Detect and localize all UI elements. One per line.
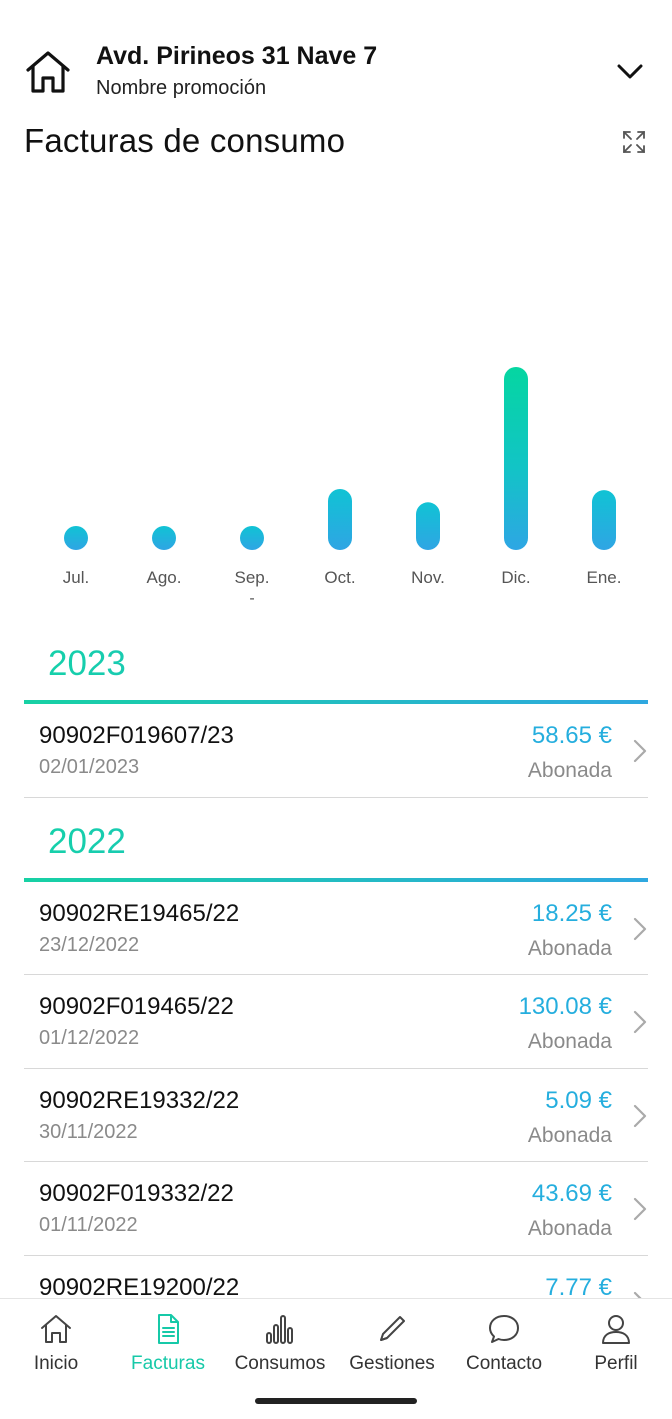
invoice-number: 90902F019465/22 [39,993,234,1020]
invoice-date: 23/12/2022 [39,933,140,956]
address-title[interactable]: Avd. Pirineos 31 Nave 7 [96,42,377,71]
invoice-row[interactable]: 90902RE19465/22 23/12/2022 18.25 € Abonada [24,882,648,975]
tab-gestiones[interactable]: Gestiones [336,1311,448,1375]
tab-label: Inicio [33,1353,79,1374]
invoice-row[interactable]: 90902RE19332/22 30/11/2022 5.09 € Abonada [24,1069,648,1162]
chart-bar-1[interactable] [152,526,176,550]
invoice-amount: 43.69 € [531,1180,612,1207]
tab-label: Consumos [234,1353,326,1374]
invoice-number: 90902F019332/22 [39,1180,234,1207]
invoice-number: 90902F019607/23 [39,722,234,749]
year-heading: 2023 [0,620,672,700]
tab-facturas[interactable]: Facturas [112,1311,224,1375]
chart-bar-4[interactable] [416,502,440,550]
chevron-down-icon[interactable] [614,56,646,88]
user-icon [602,1315,630,1344]
chart-x-label: Oct. [324,568,355,587]
invoice-amount: 5.09 € [545,1086,612,1114]
invoice-date: 01/11/2022 [39,1214,138,1236]
pencil-icon [380,1316,405,1341]
tab-label: Facturas [131,1353,205,1374]
invoice-date: 01/12/2022 [39,1027,140,1049]
chat-bubble-icon [489,1315,519,1343]
invoice-row[interactable]: 90902F019465/22 01/12/2022 130.08 € Abonada [24,975,648,1069]
invoice-status: Abonada [527,759,612,782]
chevron-right-icon [633,1291,643,1298]
tab-inicio[interactable]: Inicio [0,1311,112,1375]
chevron-right-icon [633,1010,647,1034]
invoice-number: 90902RE19332/22 [39,1086,240,1114]
invoice-row[interactable]: 90902RE19200/22 7.77 € [24,1256,648,1299]
invoice-status: Abonada [527,936,612,960]
year-heading: 2022 [0,798,672,878]
expand-icon[interactable] [620,128,648,156]
invoice-status: Abonada [527,1123,612,1147]
invoice-row[interactable]: 90902F019607/23 02/01/2023 58.65 € Abonada [24,704,648,798]
tab-consumos[interactable]: Consumos [224,1311,336,1375]
header: Avd. Pirineos 31 Nave 7 Nombre promoción [0,0,672,110]
year-section: 2022 90902RE19465/22 23/12/2022 18.25 € Abon… [0,798,672,1299]
address-subtitle: Nombre promoción [96,77,267,99]
chart-bar-6[interactable] [592,490,616,550]
invoice-amount: 18.25 € [531,899,612,927]
tab-contacto[interactable]: Contacto [448,1311,560,1375]
chart-bar-5[interactable] [504,367,528,550]
chart-x-label: Ago. [147,568,182,587]
home-indicator [255,1398,417,1404]
tab-label: Gestiones [349,1353,435,1374]
invoice-status: Abonada [527,1030,612,1053]
invoice-amount: 130.08 € [518,993,612,1020]
chart-bar-2[interactable] [240,526,264,550]
chevron-right-icon [633,1197,647,1221]
home-icon [41,1315,71,1343]
page-title: Facturas de consumo [24,122,346,159]
invoice-amount: 58.65 € [531,722,612,749]
chart-x-label: Dic. [501,568,530,587]
invoice-date: 30/11/2022 [39,1120,138,1143]
chart-bar-3[interactable] [328,489,352,550]
tab-label: Contacto [465,1353,543,1374]
chart-x-sublabel: - [249,590,254,607]
chart-x-label: Ene. [587,568,622,587]
chart-x-label: Nov. [411,568,445,587]
tab-label: Perfil [594,1353,638,1374]
chart-x-label: Sep. [235,568,270,587]
bar-chart-icon [266,1315,293,1344]
chevron-right-icon [633,739,647,763]
chevron-right-icon [633,917,647,940]
home-icon[interactable] [24,48,72,96]
consumption-bar-chart: Jul. Ago. Sep. - Oct. Nov. Dic. Ene. [63,367,622,607]
chart-bar-0[interactable] [64,526,88,550]
invoice-date: 02/01/2023 [39,756,140,778]
document-icon [158,1314,179,1344]
invoice-status: Abonada [527,1217,612,1240]
chart-x-label: Jul. [63,568,89,587]
invoice-number: 90902RE19200/22 [39,1273,240,1299]
invoice-number: 90902RE19465/22 [39,899,240,927]
chevron-right-icon [633,1104,647,1127]
invoice-list[interactable]: 2023 90902F019607/23 02/01/2023 58.65 € Abon… [0,620,672,1298]
invoice-amount: 7.77 € [545,1273,612,1299]
invoice-row[interactable]: 90902F019332/22 01/11/2022 43.69 € Abonada [24,1162,648,1256]
tab-perfil[interactable]: Perfil [560,1311,672,1375]
year-section: 2023 90902F019607/23 02/01/2023 58.65 € Abon… [0,620,672,798]
